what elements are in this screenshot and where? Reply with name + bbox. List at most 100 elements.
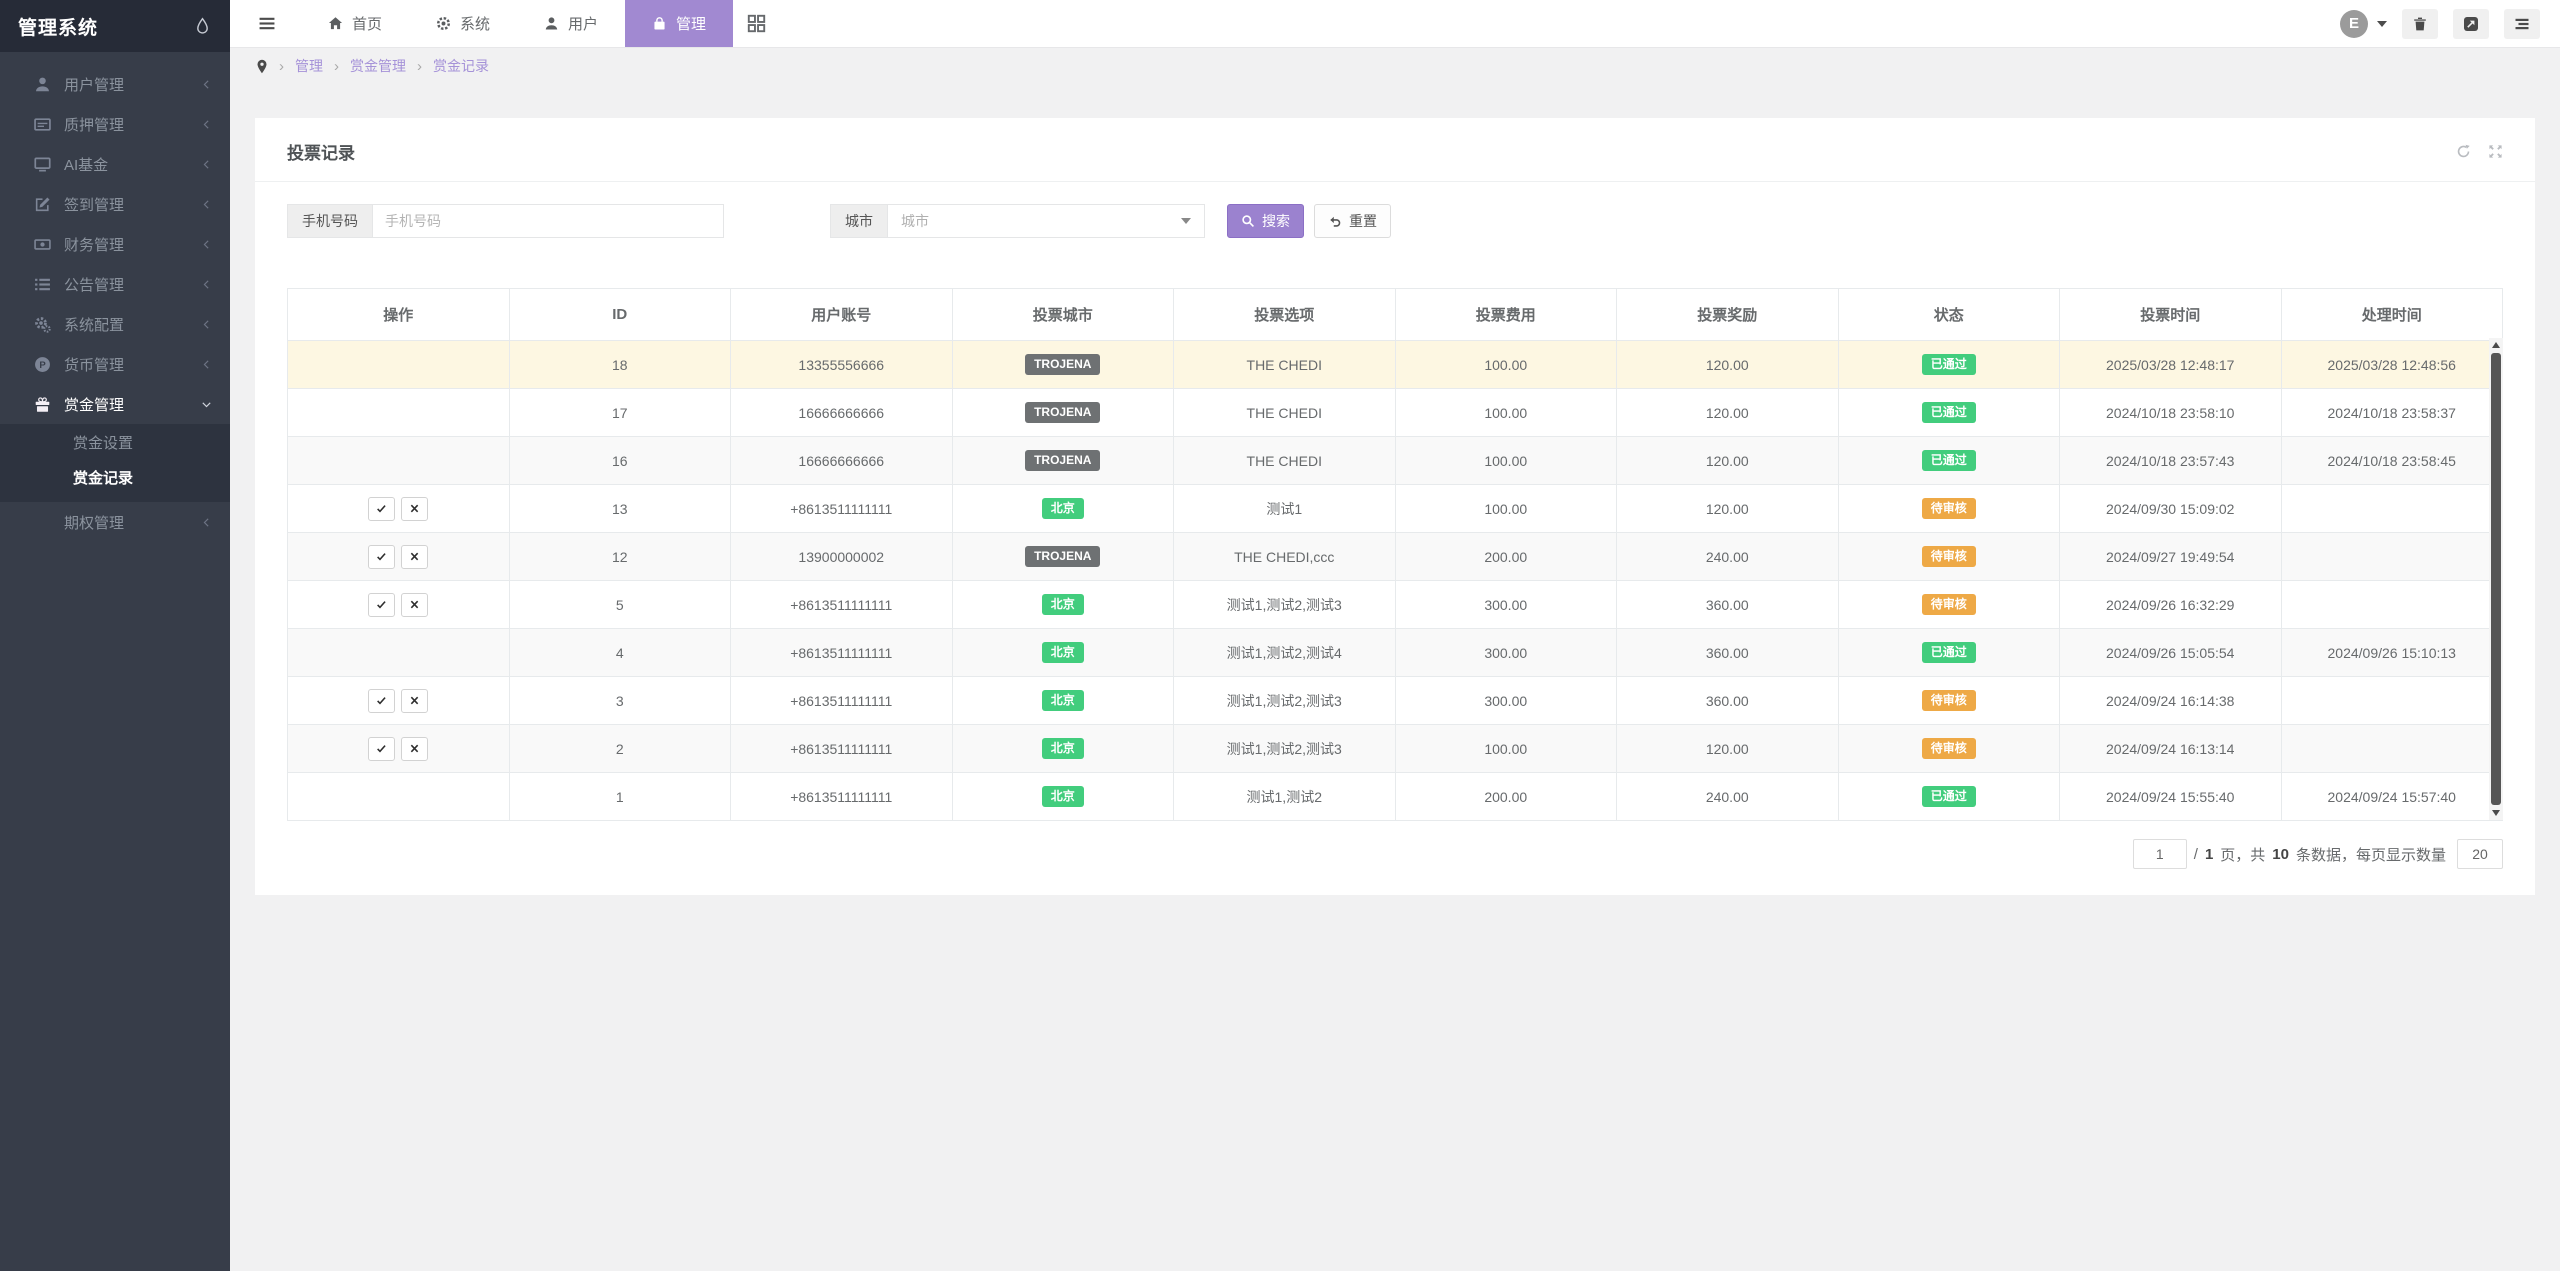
reject-button[interactable] [401,497,428,521]
sidebar-item-system-config[interactable]: 系统配置 [0,304,230,344]
cross-icon [409,551,420,562]
sidebar-item-checkin[interactable]: 签到管理 [0,184,230,224]
column-header: 投票奖励 [1617,289,1839,341]
cell-options: THE CHEDI [1174,341,1396,389]
cell-actions [288,485,510,533]
sidebar-item-announcement[interactable]: 公告管理 [0,264,230,304]
cell-status: 待审核 [1838,725,2060,773]
gift-icon [34,396,51,413]
chevron-down-icon [2377,21,2387,27]
cell-city: 北京 [952,773,1174,821]
page-number-input[interactable] [2133,839,2187,869]
cell-actions [288,533,510,581]
droplet-icon [195,17,210,35]
cell-id: 2 [509,725,731,773]
sidebar-subitem-bounty-records[interactable]: 赏金记录 [0,461,230,496]
phone-field-label: 手机号码 [287,204,372,238]
nav-tab-system[interactable]: 系统 [409,0,517,47]
approve-button[interactable] [368,545,395,569]
avatar[interactable]: E [2340,10,2368,38]
city-select[interactable]: 城市 [887,204,1205,238]
check-icon [376,695,387,706]
cross-icon [409,599,420,610]
approve-button[interactable] [368,497,395,521]
scroll-down-icon[interactable] [2489,807,2503,819]
scroll-up-icon[interactable] [2489,339,2503,351]
sidebar-item-users[interactable]: 用户管理 [0,64,230,104]
sidebar-item-bounty[interactable]: 赏金管理 [0,384,230,424]
cross-icon [409,743,420,754]
cell-status: 待审核 [1838,533,2060,581]
approve-button[interactable] [368,737,395,761]
breadcrumb-link-admin[interactable]: 管理 [295,56,323,76]
undo-icon [1328,214,1342,228]
sidebar-subitem-bounty-settings[interactable]: 赏金设置 [0,426,230,461]
nav-tab-home[interactable]: 首页 [301,0,409,47]
reject-button[interactable] [401,689,428,713]
breadcrumb-link-bounty[interactable]: 赏金管理 [350,56,406,76]
approve-button[interactable] [368,689,395,713]
fullscreen-icon[interactable] [2488,144,2503,159]
main-column: 首页系统用户管理 E [230,0,2560,1271]
submenu-bounty: 赏金设置赏金记录 [0,424,230,502]
cell-status: 待审核 [1838,677,2060,725]
breadcrumb-separator: › [279,58,284,75]
page-size-input[interactable] [2457,839,2503,869]
cell-reward: 120.00 [1617,437,1839,485]
status-badge: 已通过 [1922,786,1976,807]
card-icon [34,116,51,133]
cell-city: 北京 [952,677,1174,725]
trash-button[interactable] [2402,9,2438,39]
cell-city: TROJENA [952,437,1174,485]
app-title: 管理系统 [18,13,98,40]
trash-icon [2412,16,2428,32]
cell-id: 3 [509,677,731,725]
sidebar-item-label: 公告管理 [64,274,201,295]
scrollbar-thumb[interactable] [2491,353,2501,805]
sidebar-item-options[interactable]: 期权管理 [0,502,230,542]
filter-row: 手机号码 城市 城市 搜索 [255,182,2535,238]
breadcrumb-separator: › [334,58,339,75]
rows-button[interactable] [2504,9,2540,39]
breadcrumb-link-bounty-records[interactable]: 赏金记录 [433,56,489,76]
nav-tab-admin[interactable]: 管理 [625,0,733,47]
cell-fee: 200.00 [1395,773,1617,821]
cell-city: 北京 [952,725,1174,773]
grid-icon[interactable] [747,14,766,33]
phone-input[interactable] [372,204,724,238]
reject-button[interactable] [401,545,428,569]
chevron-down-icon [201,399,212,410]
list-icon [34,276,51,293]
cell-process-time: 2024/10/18 23:58:37 [2281,389,2503,437]
sidebar-item-label: 质押管理 [64,114,201,135]
city-badge: 北京 [1042,594,1084,615]
hamburger-icon[interactable] [255,15,279,32]
cell-vote-time: 2024/09/24 16:13:14 [2060,725,2282,773]
cell-account: +8613511111111 [731,677,953,725]
table-header-row: 操作ID用户账号投票城市投票选项投票费用投票奖励状态投票时间处理时间 [288,289,2503,341]
refresh-icon[interactable] [2456,144,2471,159]
table-scrollbar[interactable] [2489,338,2503,820]
sidebar-item-currency[interactable]: P货币管理 [0,344,230,384]
open-external-button[interactable] [2453,9,2489,39]
user-menu[interactable]: E [2340,10,2387,38]
voting-records-panel: 投票记录 手机号码 [255,118,2535,895]
edit-icon [34,196,51,213]
reset-button[interactable]: 重置 [1314,204,1391,238]
sidebar-item-label: 用户管理 [64,74,201,95]
nav-tab-label: 系统 [460,13,490,34]
sidebar-item-finance[interactable]: 财务管理 [0,224,230,264]
reject-button[interactable] [401,737,428,761]
breadcrumb-separator: › [417,58,422,75]
map-pin-icon [256,59,268,74]
reject-button[interactable] [401,593,428,617]
sidebar-item-ai-fund[interactable]: AI基金 [0,144,230,184]
cell-status: 已通过 [1838,341,2060,389]
sidebar-item-pledge[interactable]: 质押管理 [0,104,230,144]
approve-button[interactable] [368,593,395,617]
search-button[interactable]: 搜索 [1227,204,1304,238]
panel-tools [2456,144,2503,159]
nav-tab-user[interactable]: 用户 [517,0,625,47]
cell-account: +8613511111111 [731,725,953,773]
cell-options: THE CHEDI [1174,437,1396,485]
